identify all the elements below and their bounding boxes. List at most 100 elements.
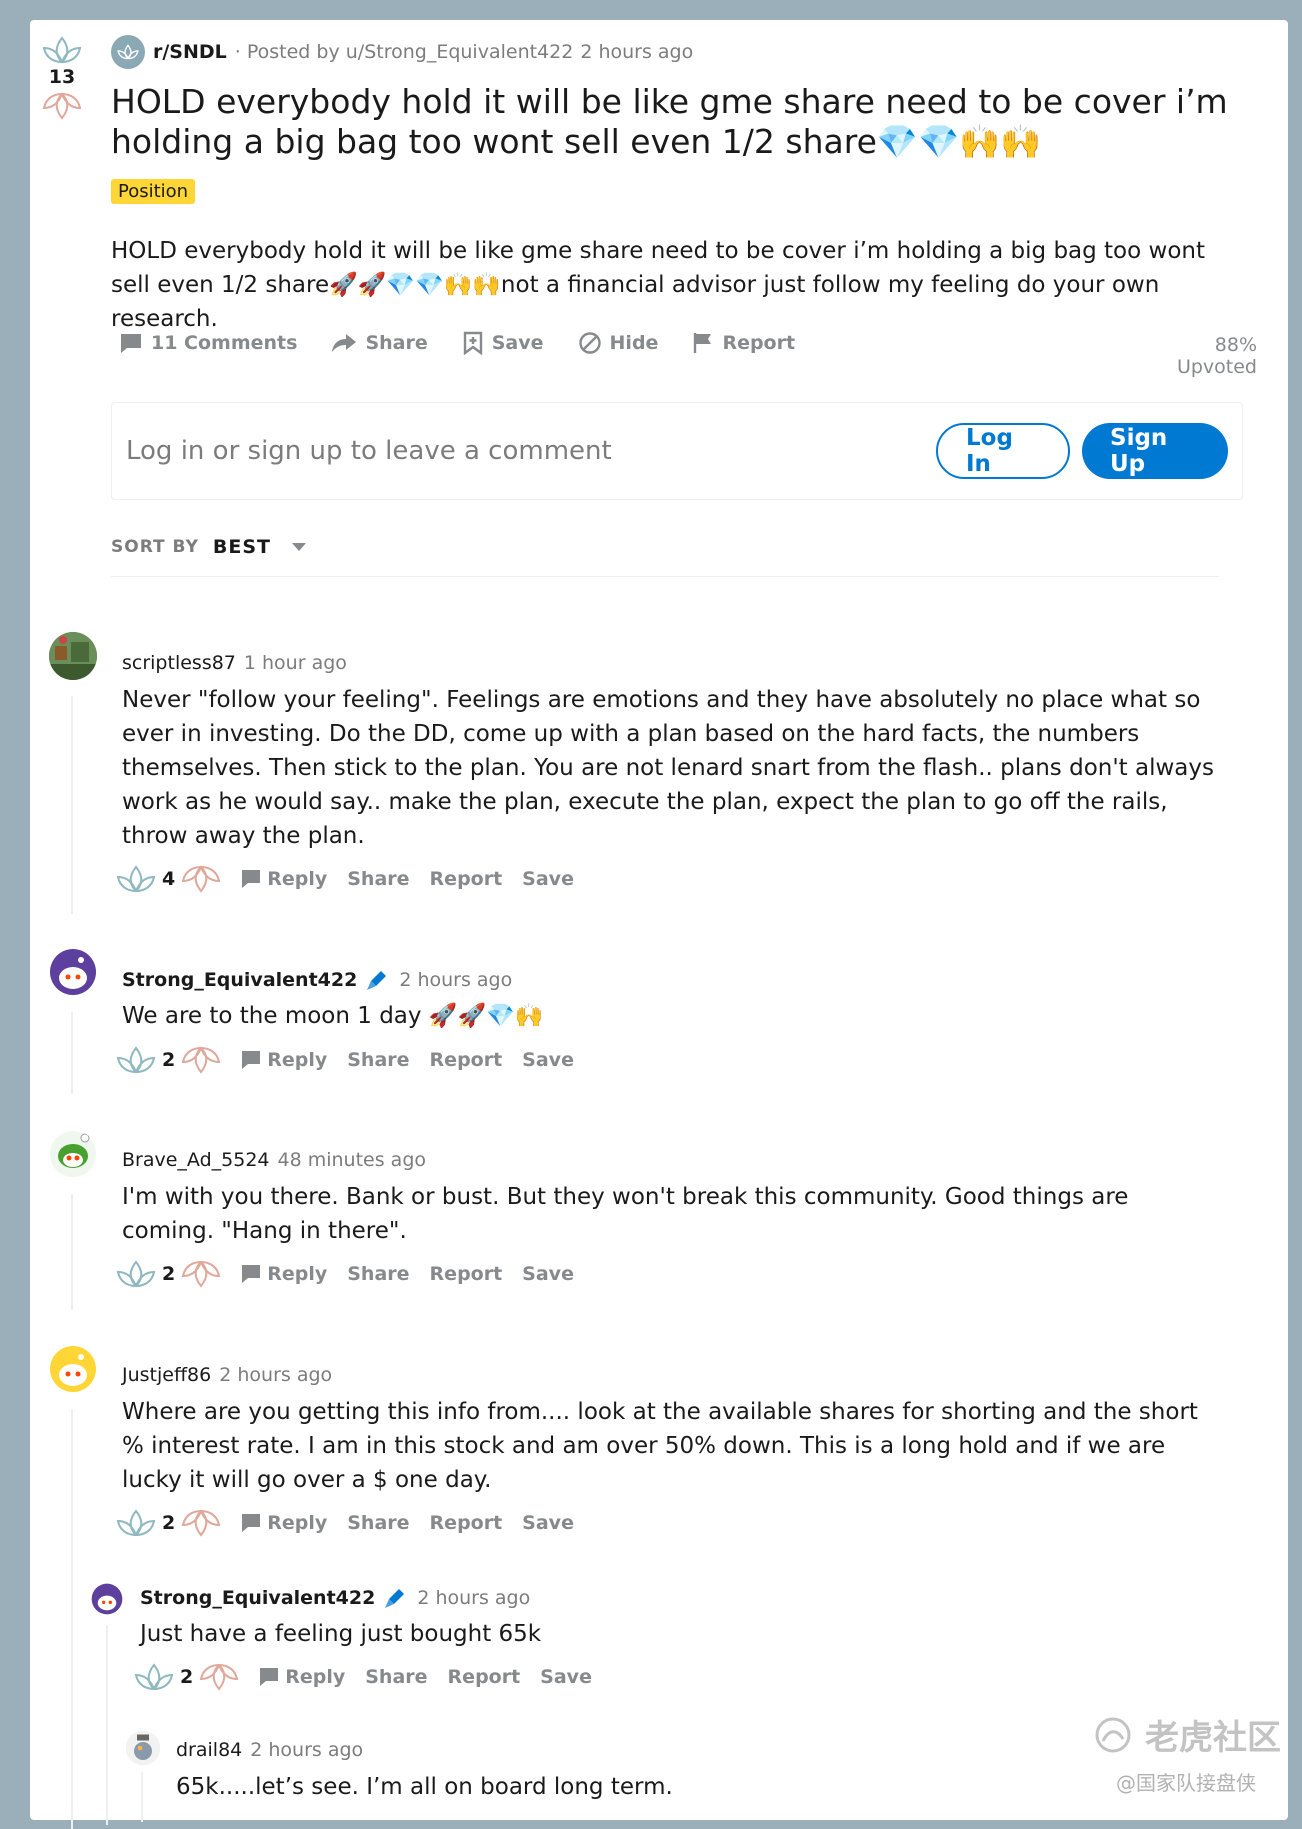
thread-line[interactable] [71, 1012, 73, 1094]
comment-actions: 2 Reply Share Report Save [116, 1507, 574, 1539]
tiger-logo-icon [1095, 1717, 1131, 1752]
comment-meta: drail84 2 hours ago [176, 1739, 363, 1761]
comments-button[interactable]: 11 Comments [119, 332, 297, 354]
comment-login-box: Log in or sign up to leave a comment Log… [111, 402, 1243, 500]
report-button[interactable]: Report [448, 1666, 521, 1688]
comment-actions: 2 Reply Share Report Save [116, 1044, 574, 1076]
comment-body: Never "follow your feeling". Feelings ar… [122, 687, 1214, 849]
save-button[interactable]: Save [522, 1049, 574, 1071]
sort-label: SORT BY [111, 537, 199, 557]
comment-meta: Brave_Ad_5524 48 minutes ago [122, 1149, 426, 1171]
save-button[interactable]: Save [522, 868, 574, 890]
avatar[interactable] [91, 1583, 123, 1615]
post-meta: r/SNDL · Posted by u/Strong_Equivalent42… [111, 35, 693, 69]
avatar[interactable] [49, 1130, 97, 1178]
comment-author[interactable]: Strong_Equivalent422 [140, 1587, 375, 1609]
log-in-button[interactable]: Log In [936, 423, 1070, 479]
share-button[interactable]: Share [347, 868, 409, 890]
thread-line[interactable] [106, 1625, 108, 1825]
upvote-icon[interactable] [42, 34, 82, 66]
upvote-icon[interactable] [134, 1661, 174, 1693]
comment-score: 2 [180, 1666, 194, 1688]
save-button[interactable]: Save [462, 331, 544, 355]
comment-time: 2 hours ago [219, 1364, 333, 1386]
share-button[interactable]: Share [347, 1512, 409, 1534]
avatar[interactable] [49, 632, 97, 680]
reply-button[interactable]: Reply [241, 1512, 327, 1534]
upvote-icon[interactable] [116, 863, 156, 895]
comment-icon [242, 870, 261, 888]
watermark-text: 老虎社区 [1145, 1718, 1281, 1758]
post-time: 2 hours ago [580, 41, 694, 63]
upvote-icon[interactable] [116, 1258, 156, 1290]
post-flair[interactable]: Position [111, 179, 196, 204]
post-action-bar: 11 Comments Share Save Hide Report [119, 331, 829, 355]
report-button[interactable]: Report [430, 868, 503, 890]
hide-button[interactable]: Hide [578, 331, 658, 355]
reply-button[interactable]: Reply [241, 1049, 327, 1071]
comment-icon [242, 1514, 261, 1532]
save-button[interactable]: Save [522, 1512, 574, 1534]
avatar[interactable] [49, 948, 97, 996]
reply-button[interactable]: Reply [259, 1666, 345, 1688]
avatar[interactable] [125, 1730, 161, 1766]
report-button[interactable]: Report [430, 1263, 503, 1285]
comment-meta: Strong_Equivalent422 2 hours ago [140, 1586, 530, 1610]
comment-score: 2 [162, 1263, 176, 1285]
downvote-icon[interactable] [181, 1507, 221, 1539]
comment-author[interactable]: Brave_Ad_5524 [122, 1149, 270, 1171]
subreddit-icon [111, 35, 145, 69]
post-title[interactable]: HOLD everybody hold it will be like gme … [111, 82, 1286, 162]
divider [111, 576, 1219, 577]
report-button[interactable]: Report [692, 331, 795, 355]
upvote-icon[interactable] [116, 1044, 156, 1076]
share-button[interactable]: Share [347, 1263, 409, 1285]
comment-author[interactable]: Justjeff86 [122, 1364, 211, 1386]
flag-icon [694, 333, 712, 353]
save-button[interactable]: Save [522, 1263, 574, 1285]
reply-button[interactable]: Reply [241, 1263, 327, 1285]
thread-line[interactable] [71, 696, 73, 914]
comment-score: 2 [162, 1512, 176, 1534]
share-button[interactable]: Share [331, 332, 428, 354]
downvote-icon[interactable] [199, 1661, 239, 1693]
avatar[interactable] [49, 1345, 97, 1393]
downvote-icon[interactable] [181, 1044, 221, 1076]
upvote-icon[interactable] [116, 1507, 156, 1539]
downvote-icon[interactable] [181, 1258, 221, 1290]
sign-up-button[interactable]: Sign Up [1082, 423, 1228, 479]
report-button[interactable]: Report [430, 1512, 503, 1534]
posted-by[interactable]: · Posted by u/Strong_Equivalent422 [235, 41, 574, 63]
sort-dropdown[interactable]: SORT BY BEST [111, 536, 307, 558]
comment-actions: 2 Reply Share Report Save [116, 1258, 574, 1290]
save-button[interactable]: Save [540, 1666, 592, 1688]
downvote-icon[interactable] [181, 863, 221, 895]
thread-line[interactable] [71, 1409, 73, 1829]
comment-icon [242, 1265, 261, 1283]
comment-actions: 2 Reply Share Report Save [134, 1661, 592, 1693]
subreddit-link[interactable]: r/SNDL [153, 41, 227, 63]
comment-body: We are to the moon 1 day 🚀🚀💎🙌 [122, 1003, 544, 1029]
comment-body: Where are you getting this info from....… [122, 1399, 1198, 1493]
save-icon [463, 331, 482, 355]
reply-button[interactable]: Reply [241, 868, 327, 890]
downvote-icon[interactable] [42, 90, 82, 122]
comment-author[interactable]: drail84 [176, 1739, 242, 1761]
thread-line[interactable] [71, 1194, 73, 1310]
post-score: 13 [48, 66, 76, 88]
comment-prompt: Log in or sign up to leave a comment [126, 436, 612, 466]
share-button[interactable]: Share [365, 1666, 427, 1688]
microphone-icon [385, 1589, 405, 1608]
share-button[interactable]: Share [347, 1049, 409, 1071]
watermark: 老虎社区 [1093, 1710, 1281, 1759]
thread-line[interactable] [141, 1772, 143, 1822]
comment-body: I'm with you there. Bank or bust. But th… [122, 1184, 1129, 1244]
comment-icon [242, 1051, 261, 1069]
comment-author[interactable]: Strong_Equivalent422 [122, 969, 357, 991]
comment-meta: scriptless87 1 hour ago [122, 652, 347, 674]
comment-time: 48 minutes ago [277, 1149, 427, 1171]
comment-meta: Strong_Equivalent422 2 hours ago [122, 968, 512, 992]
comment-author[interactable]: scriptless87 [122, 652, 236, 674]
report-button[interactable]: Report [430, 1049, 503, 1071]
post-card: 13 r/SNDL · Posted by u/Strong_Equivalen… [30, 20, 1288, 1829]
